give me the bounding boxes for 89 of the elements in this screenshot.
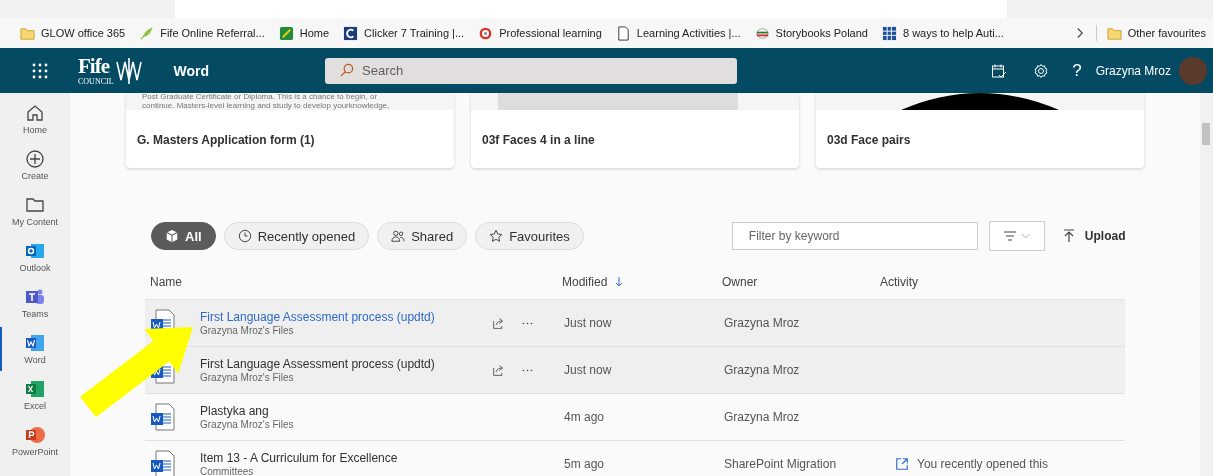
file-row[interactable]: Plastyka ang Grazyna Mroz's Files 4m ago Grazyna Mroz — [145, 394, 1125, 441]
app-title[interactable]: Word — [173, 62, 210, 79]
rail-item[interactable]: Create — [0, 143, 70, 187]
column-header[interactable]: Name — [150, 275, 182, 289]
page-icon[interactable] — [615, 25, 631, 41]
file-location: Grazyna Mroz's Files — [200, 372, 295, 383]
file-card[interactable]: 03d Face pairs — [816, 93, 1144, 168]
word-file-icon — [150, 403, 175, 431]
bookmark-link[interactable]: Professional learning — [499, 27, 602, 39]
grid-icon[interactable] — [881, 25, 897, 41]
ring-icon[interactable] — [478, 25, 494, 41]
column-header[interactable]: Owner — [722, 275, 758, 289]
search-placeholder: Search — [362, 63, 404, 78]
rail-item[interactable]: Home — [0, 97, 70, 141]
document-preview-text: continue. Masters-level learning and study to develop yourknowledge, — [141, 101, 390, 110]
file-location: Grazyna Mroz's Files — [200, 419, 295, 430]
file-card[interactable]: Post Graduate Certificate or Diploma. This is a chance to begin, or continue. Masters-level learning and study to develop yourknowledge, G. Masters Application form (1) — [126, 93, 454, 168]
logo-text: Fife — [78, 55, 109, 77]
bookmark-link[interactable]: Home — [299, 27, 330, 39]
settings-icon[interactable] — [1033, 62, 1050, 79]
user-name[interactable]: Grazyna Mroz — [1095, 63, 1171, 78]
owner-cell-text: Grazyna Mroz — [723, 410, 801, 424]
rail-item[interactable]: PowerPoint — [0, 419, 70, 463]
filter-tab[interactable]: Recently opened — [223, 222, 370, 250]
search-field[interactable]: Search — [325, 57, 738, 84]
owner-cell-text: Grazyna Mroz — [723, 316, 801, 330]
rail-item[interactable]: Excel — [0, 373, 70, 417]
cube-icon — [165, 229, 179, 243]
sort-arrow-icon — [615, 277, 624, 287]
modified-cell-text: Just now — [563, 316, 613, 330]
bookmark-link[interactable]: Storybooks Poland — [775, 27, 868, 39]
rail-item[interactable]: Word — [0, 327, 70, 371]
star-icon — [489, 229, 504, 243]
sort-dropdown[interactable] — [988, 221, 1045, 251]
word-file-icon — [150, 450, 175, 476]
calendar-check-icon[interactable] — [991, 62, 1008, 79]
card-title: G. Masters Application form (1) — [136, 132, 316, 147]
owner-cell-text: SharePoint Migration — [723, 457, 838, 471]
rail-item[interactable]: My Content — [0, 189, 70, 233]
filter-lines-icon — [1003, 231, 1018, 241]
bookmark-link[interactable]: Fife Online Referral... — [160, 27, 265, 39]
filter-tab[interactable]: All — [151, 222, 216, 250]
activity-text: You recently opened this — [917, 457, 1048, 471]
bookmark-link[interactable]: Other favourites — [1127, 27, 1206, 39]
flag-icon[interactable] — [754, 25, 770, 41]
bookmark-link[interactable]: Clicker 7 Training |... — [364, 27, 465, 39]
filter-field[interactable]: Filter by keyword — [731, 222, 978, 250]
logo-subtitle: COUNCIL — [78, 76, 114, 86]
filter-tab[interactable]: Favourites — [475, 222, 584, 250]
share-icon[interactable] — [492, 363, 505, 377]
share-icon[interactable] — [492, 316, 505, 330]
file-name-link[interactable]: First Language Assessment process (updtd) — [200, 310, 450, 324]
people-icon — [391, 229, 406, 243]
clock-icon — [237, 229, 252, 243]
modified-cell-text: Just now — [563, 363, 613, 377]
file-row[interactable]: First Language Assessment process (updtd) Grazyna Mroz's Files Just now Grazyna Mroz — [145, 300, 1125, 347]
app-launcher-icon[interactable] — [32, 62, 48, 79]
square-logo-icon[interactable] — [343, 25, 359, 41]
file-location: Grazyna Mroz's Files — [200, 325, 295, 336]
file-name-link[interactable]: Plastyka ang — [200, 404, 450, 418]
upload-icon — [1062, 229, 1075, 243]
owner-cell-text: Grazyna Mroz — [723, 363, 801, 377]
scrollbar-thumb[interactable] — [1202, 123, 1210, 145]
rail-item[interactable]: Outlook — [0, 235, 70, 279]
file-row[interactable]: First Language Assessment process (updtd) Grazyna Mroz's Files Just now Grazyna Mroz — [145, 347, 1125, 394]
column-header[interactable]: Activity — [880, 275, 918, 289]
document-preview-text: Post Graduate Certificate or Diploma. This is a chance to begin, or — [141, 93, 378, 101]
bookmark-link[interactable]: GLOW office 365 — [41, 27, 126, 39]
file-location: Committees — [200, 466, 255, 476]
modified-cell-text: 5m ago — [563, 457, 606, 471]
open-external-icon — [895, 457, 909, 471]
card-title: 03f Faces 4 in a line — [481, 132, 596, 147]
file-card[interactable]: 03f Faces 4 in a line — [471, 93, 799, 168]
file-row[interactable]: Item 13 - A Curriculum for Excellence Committees 5m ago SharePoint Migration You recently opened this — [145, 441, 1125, 476]
file-name-link[interactable]: First Language Assessment process (updtd) — [200, 357, 450, 371]
scrollbar[interactable] — [1200, 93, 1213, 476]
file-name-link[interactable]: Item 13 - A Curriculum for Excellence — [200, 451, 450, 465]
upload-button[interactable]: Upload — [1056, 228, 1132, 244]
logo-mark-icon — [113, 55, 144, 86]
rail-item[interactable]: Teams — [0, 281, 70, 325]
help-button[interactable]: ? — [1072, 60, 1082, 81]
bookmark-link[interactable]: Learning Activities |... — [636, 27, 741, 39]
chevron-down-icon — [1021, 231, 1031, 241]
bookmark-link[interactable]: 8 ways to help Auti... — [902, 27, 1004, 39]
search-icon — [339, 63, 355, 78]
column-header[interactable]: Modified — [562, 275, 624, 289]
filter-tab[interactable]: Shared — [377, 222, 468, 250]
card-title: 03d Face pairs — [826, 132, 912, 147]
modified-cell-text: 4m ago — [563, 410, 606, 424]
